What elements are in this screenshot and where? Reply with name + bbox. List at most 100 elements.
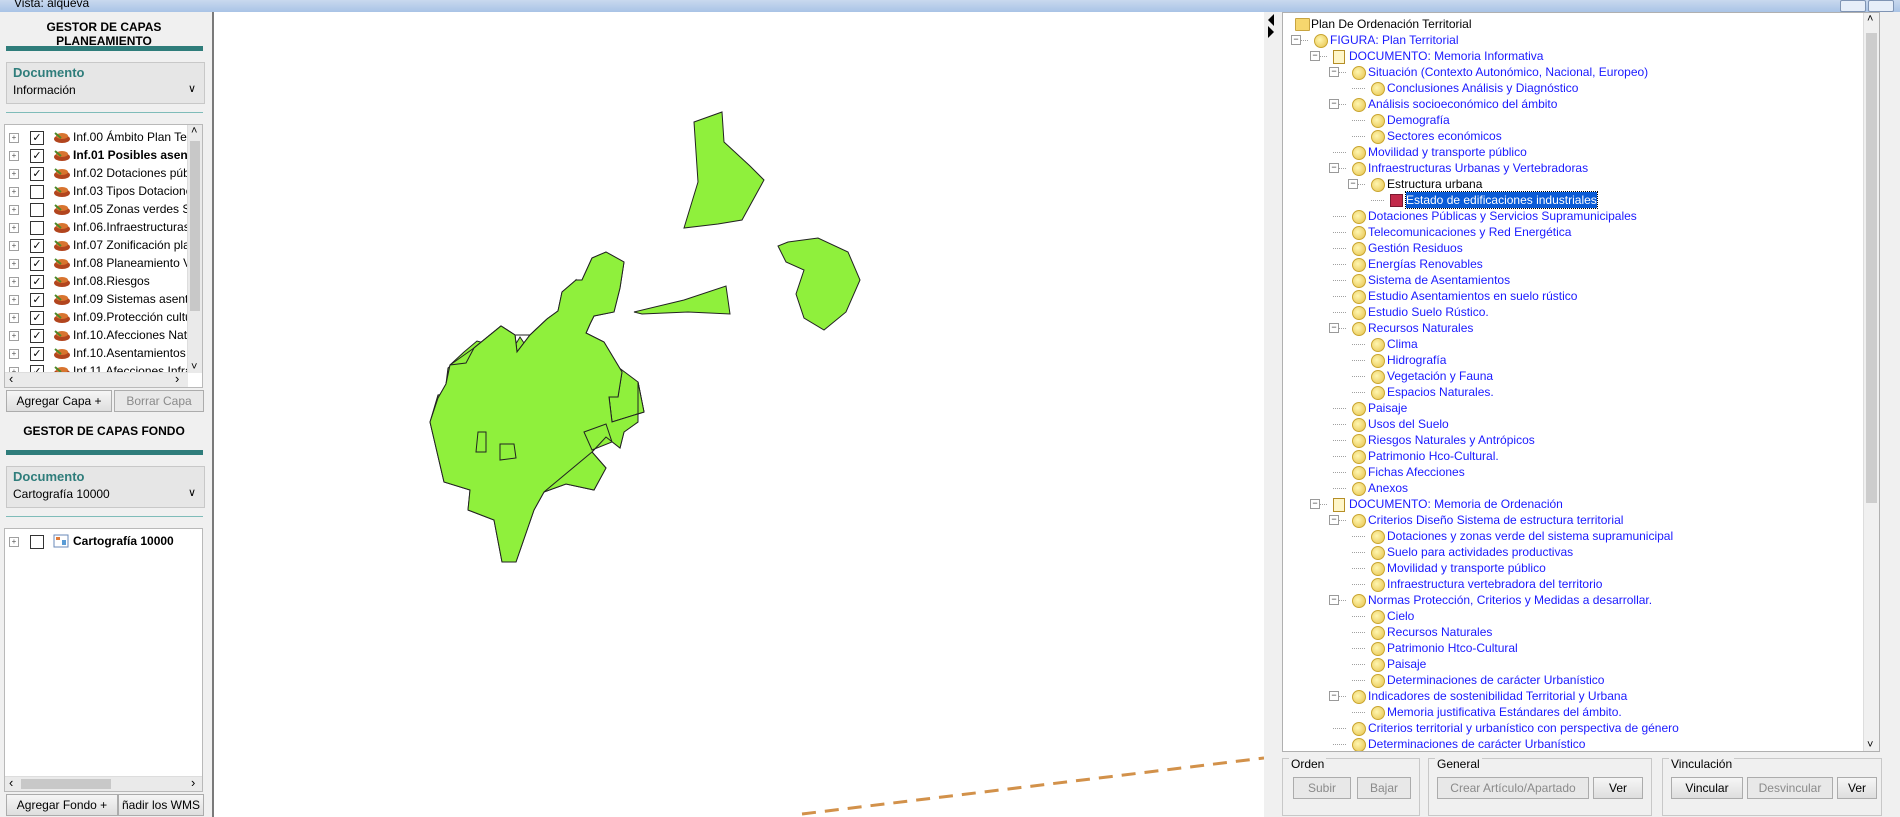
tree-node[interactable]: Sistema de Asentamientos bbox=[1368, 272, 1510, 288]
tree-node[interactable]: FIGURA: Plan Territorial bbox=[1330, 32, 1458, 48]
collapse-toggle-icon[interactable]: − bbox=[1329, 163, 1339, 173]
layer-checkbox[interactable]: ✓ bbox=[30, 167, 44, 181]
scroll-down-icon[interactable]: ˅ bbox=[1867, 739, 1873, 751]
tree-node[interactable]: Patrimonio Htco-Cultural bbox=[1387, 640, 1518, 656]
vertical-scrollbar[interactable]: ˄ ˅ bbox=[187, 125, 202, 373]
map-canvas[interactable] bbox=[212, 12, 1265, 817]
expand-icon[interactable]: + bbox=[9, 537, 19, 547]
tree-node[interactable]: Criterios territorial y urbanístico con … bbox=[1368, 720, 1679, 736]
expand-icon[interactable]: + bbox=[9, 223, 19, 233]
collapse-toggle-icon[interactable]: − bbox=[1329, 595, 1339, 605]
tree-node[interactable]: Recursos Naturales bbox=[1387, 624, 1492, 640]
tree-node[interactable]: Movilidad y transporte público bbox=[1387, 560, 1546, 576]
layer-row[interactable]: + ✓ Inf.08.Riesgos bbox=[5, 273, 188, 291]
expand-icon[interactable]: + bbox=[9, 169, 19, 179]
collapse-left-icon[interactable] bbox=[1268, 14, 1274, 26]
layer-row[interactable]: + ✓ Inf.09 Sistemas asentai bbox=[5, 291, 188, 309]
add-layer-button[interactable]: Agregar Capa + bbox=[6, 390, 112, 412]
background-layer-list[interactable]: + Cartografía 10000 ‹ › bbox=[4, 528, 203, 792]
layer-row[interactable]: + ✓ Inf.10.Asentamientos R bbox=[5, 345, 188, 363]
tree-vertical-scrollbar[interactable]: ˄ ˅ bbox=[1863, 13, 1879, 751]
tree-node[interactable]: Dotaciones Públicas y Servicios Supramun… bbox=[1368, 208, 1637, 224]
map-svg[interactable] bbox=[214, 12, 1264, 817]
expand-icon[interactable]: + bbox=[9, 187, 19, 197]
expand-right-icon[interactable] bbox=[1268, 26, 1274, 38]
bajar-button[interactable]: Bajar bbox=[1357, 777, 1411, 799]
vinculacion-ver-button[interactable]: Ver bbox=[1837, 777, 1877, 799]
layer-checkbox[interactable]: ✓ bbox=[30, 239, 44, 253]
collapse-toggle-icon[interactable]: − bbox=[1329, 99, 1339, 109]
tree-node[interactable]: Conclusiones Análisis y Diagnóstico bbox=[1387, 80, 1578, 96]
tree-node[interactable]: Gestión Residuos bbox=[1368, 240, 1463, 256]
layer-row[interactable]: + ✓ Inf.01 Posibles asen bbox=[5, 147, 188, 165]
expand-icon[interactable]: + bbox=[9, 205, 19, 215]
tree-node[interactable]: Infraestructura vertebradora del territo… bbox=[1387, 576, 1602, 592]
tree-node[interactable]: Situación (Contexto Autonómico, Nacional… bbox=[1368, 64, 1648, 80]
layer-checkbox[interactable]: ✓ bbox=[30, 257, 44, 271]
document-tree[interactable]: Plan De Ordenación Territorial − FIGURA: P… bbox=[1282, 12, 1880, 752]
close-window-button[interactable] bbox=[1868, 0, 1894, 12]
tree-node[interactable]: Recursos Naturales bbox=[1368, 320, 1473, 336]
layer-row[interactable]: + ✓ Inf.07 Zonificación plan bbox=[5, 237, 188, 255]
tree-node[interactable]: Anexos bbox=[1368, 480, 1408, 496]
layer-checkbox[interactable] bbox=[30, 221, 44, 235]
tree-node[interactable]: Sectores económicos bbox=[1387, 128, 1502, 144]
scroll-thumb[interactable] bbox=[190, 141, 200, 311]
tree-node[interactable]: Clima bbox=[1387, 336, 1418, 352]
tree-node[interactable]: Fichas Afecciones bbox=[1368, 464, 1465, 480]
tree-node[interactable]: Estudio Asentamientos en suelo rústico bbox=[1368, 288, 1577, 304]
scroll-thumb[interactable] bbox=[21, 779, 111, 789]
desvincular-button[interactable]: Desvincular bbox=[1747, 777, 1833, 799]
tree-node[interactable]: Espacios Naturales. bbox=[1387, 384, 1494, 400]
tree-node[interactable]: Estudio Suelo Rústico. bbox=[1368, 304, 1489, 320]
layer-checkbox[interactable]: ✓ bbox=[30, 131, 44, 145]
tree-node[interactable]: Normas Protección, Criterios y Medidas a… bbox=[1368, 592, 1652, 608]
expand-icon[interactable]: + bbox=[9, 277, 19, 287]
tree-node[interactable]: Vegetación y Fauna bbox=[1387, 368, 1493, 384]
collapse-toggle-icon[interactable]: − bbox=[1348, 179, 1358, 189]
general-ver-button[interactable]: Ver bbox=[1593, 777, 1643, 799]
layer-row[interactable]: + ✓ Inf.10.Afecciones Natu bbox=[5, 327, 188, 345]
collapse-toggle-icon[interactable]: − bbox=[1329, 67, 1339, 77]
layer-checkbox[interactable]: ✓ bbox=[30, 311, 44, 325]
tree-node[interactable]: Plan De Ordenación Territorial bbox=[1311, 16, 1472, 32]
layer-row[interactable]: + ✓ Inf.02 Dotaciones públi bbox=[5, 165, 188, 183]
scroll-thumb[interactable] bbox=[1866, 33, 1877, 503]
scroll-up-icon[interactable]: ˄ bbox=[1867, 13, 1873, 25]
add-wms-button[interactable]: ñadir los WMS bbox=[118, 794, 204, 816]
scroll-down-icon[interactable]: ˅ bbox=[191, 361, 197, 373]
tree-node[interactable]: Hidrografía bbox=[1387, 352, 1446, 368]
layer-row[interactable]: + Inf.03 Tipos Dotaciones bbox=[5, 183, 188, 201]
tree-node[interactable]: DOCUMENTO: Memoria Informativa bbox=[1349, 48, 1543, 64]
tree-node[interactable]: Análisis socioeconómico del ámbito bbox=[1368, 96, 1557, 112]
tree-node[interactable]: Movilidad y transporte público bbox=[1368, 144, 1527, 160]
tree-node[interactable]: Estructura urbana bbox=[1387, 176, 1482, 192]
layer-row[interactable]: + Cartografía 10000 bbox=[5, 533, 188, 551]
expand-icon[interactable]: + bbox=[9, 349, 19, 359]
scroll-up-icon[interactable]: ˄ bbox=[191, 125, 197, 137]
tree-node[interactable]: DOCUMENTO: Memoria de Ordenación bbox=[1349, 496, 1563, 512]
vincular-button[interactable]: Vincular bbox=[1671, 777, 1743, 799]
collapse-toggle-icon[interactable]: − bbox=[1329, 515, 1339, 525]
expand-icon[interactable]: + bbox=[9, 133, 19, 143]
expand-icon[interactable]: + bbox=[9, 331, 19, 341]
tree-node[interactable]: Determinaciones de carácter Urbanístico bbox=[1368, 736, 1585, 751]
tree-node[interactable]: Paisaje bbox=[1387, 656, 1426, 672]
expand-icon[interactable]: + bbox=[9, 295, 19, 305]
scroll-right-icon[interactable]: › bbox=[175, 371, 179, 386]
tree-node[interactable]: Demografía bbox=[1387, 112, 1450, 128]
add-background-button[interactable]: Agregar Fondo + bbox=[6, 794, 118, 816]
horizontal-scrollbar[interactable]: ‹ › bbox=[5, 775, 202, 791]
layer-checkbox[interactable] bbox=[30, 535, 44, 549]
tree-node[interactable]: Indicadores de sostenibilidad Territoria… bbox=[1368, 688, 1627, 704]
collapse-toggle-icon[interactable]: − bbox=[1310, 499, 1320, 509]
tree-node[interactable]: Cielo bbox=[1387, 608, 1414, 624]
collapse-toggle-icon[interactable]: − bbox=[1291, 35, 1301, 45]
tree-node[interactable]: Infraestructuras Urbanas y Vertebradoras bbox=[1368, 160, 1588, 176]
layer-row[interactable]: + Inf.06.Infraestructuras bbox=[5, 219, 188, 237]
expand-icon[interactable]: + bbox=[9, 259, 19, 269]
expand-icon[interactable]: + bbox=[9, 241, 19, 251]
tree-node[interactable]: Determinaciones de carácter Urbanístico bbox=[1387, 672, 1604, 688]
scroll-left-icon[interactable]: ‹ bbox=[9, 775, 13, 790]
subir-button[interactable]: Subir bbox=[1293, 777, 1351, 799]
